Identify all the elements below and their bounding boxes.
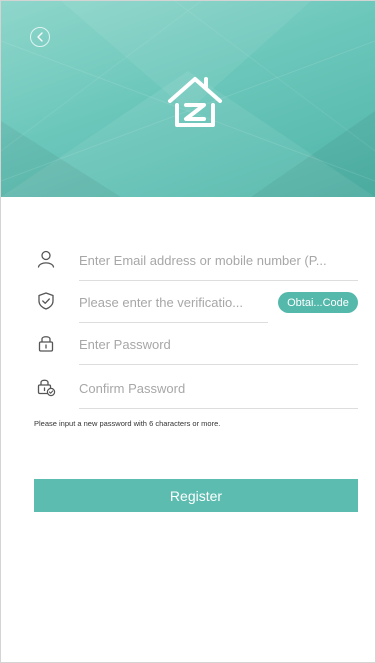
shield-check-icon (38, 292, 54, 310)
lock-check-icon (37, 379, 56, 397)
lock-icon (38, 336, 54, 352)
password-underline (79, 364, 358, 365)
header-banner (1, 1, 375, 197)
confirm-password-input[interactable] (79, 376, 358, 400)
back-button[interactable] (30, 27, 50, 47)
password-hint: Please input a new password with 6 chara… (34, 419, 221, 428)
password-input[interactable] (79, 332, 358, 356)
chevron-left-icon (37, 32, 43, 42)
verification-code-row: Obtai...Code (34, 281, 358, 323)
email-input[interactable] (79, 248, 358, 272)
confirm-password-row (34, 367, 358, 409)
email-row (34, 239, 358, 281)
register-screen: Obtai...Code Please input a new password… (0, 0, 376, 663)
obtain-code-button[interactable]: Obtai...Code (278, 292, 358, 313)
register-button[interactable]: Register (34, 479, 358, 512)
verification-code-input[interactable] (79, 290, 266, 314)
password-row (34, 323, 358, 365)
confirm-password-underline (79, 408, 358, 409)
user-icon (37, 250, 55, 268)
home-z-logo-icon (168, 77, 222, 127)
